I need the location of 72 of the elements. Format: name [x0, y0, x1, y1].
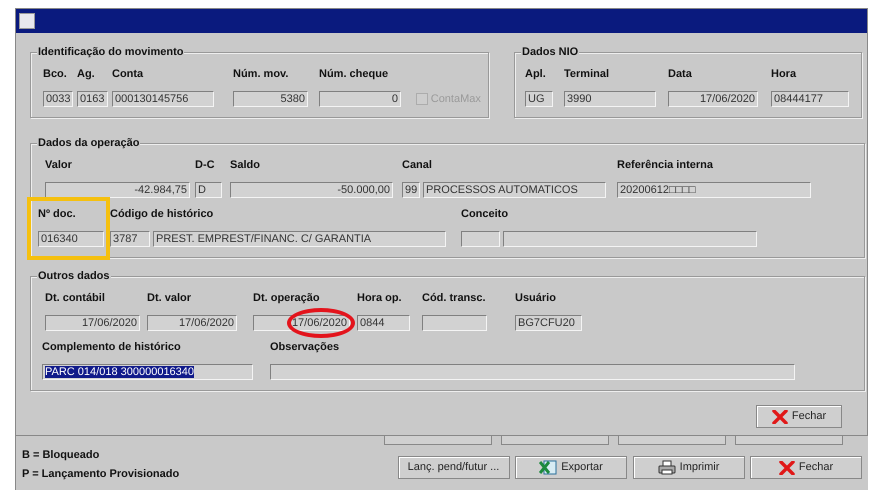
field-label: Canal: [402, 158, 433, 173]
field-label: Ag.: [77, 67, 96, 82]
input-field[interactable]: [270, 364, 795, 380]
input-field[interactable]: 0: [319, 91, 401, 107]
input-field[interactable]: PROCESSOS AUTOMATICOS: [423, 182, 606, 198]
toolbar-button[interactable]: Lanç. pend/futur ...: [398, 456, 510, 479]
field-label: Terminal: [564, 67, 610, 82]
input-field[interactable]: 016340: [38, 231, 104, 247]
input-field[interactable]: 99: [402, 182, 420, 198]
field-label: Dt. valor: [147, 291, 192, 306]
input-field[interactable]: PARC 014/018 300000016340: [42, 364, 253, 380]
spreadsheet-icon: [539, 460, 558, 475]
field-label: Dt. contábil: [45, 291, 106, 306]
field-label: Dt. operação: [253, 291, 321, 306]
input-field[interactable]: 0163: [77, 91, 108, 107]
field-label: D-C: [195, 158, 216, 173]
field-label: Referência interna: [617, 158, 714, 173]
input-field[interactable]: 5380: [233, 91, 308, 107]
group-title: Dados da operação: [37, 136, 140, 150]
input-field[interactable]: [503, 231, 757, 247]
input-field[interactable]: 000130145756: [112, 91, 214, 107]
input-field[interactable]: PREST. EMPREST/FINANC. C/ GARANTIA: [153, 231, 446, 247]
field-label: Usuário: [515, 291, 557, 306]
field-label: Núm. cheque: [319, 67, 390, 82]
input-field[interactable]: 08444177: [771, 91, 849, 107]
field-label: Hora op.: [357, 291, 403, 306]
field-label: Cód. transc.: [422, 291, 487, 306]
close-icon: [778, 460, 795, 474]
field-label: Conceito: [461, 207, 510, 222]
input-field[interactable]: 17/06/2020: [253, 315, 350, 331]
group-title: Identificação do movimento: [37, 45, 184, 59]
field-label: Bco.: [43, 67, 68, 82]
input-field[interactable]: 17/06/2020: [45, 315, 140, 331]
input-field[interactable]: D: [195, 182, 222, 198]
close-button[interactable]: Fechar: [756, 405, 842, 428]
field-label: Nº doc.: [38, 207, 77, 222]
field-label: Hora: [771, 67, 798, 82]
toolbar-button[interactable]: Imprimir: [632, 456, 744, 479]
input-field[interactable]: [618, 436, 726, 445]
circle-annotation: [287, 308, 355, 338]
field-label: Saldo: [230, 158, 261, 173]
input-field[interactable]: 0033: [43, 91, 73, 107]
window-icon: [19, 13, 35, 29]
field-label: Complemento de histórico: [42, 340, 182, 355]
input-field[interactable]: [461, 231, 500, 247]
field-label: Observações: [270, 340, 340, 355]
input-field[interactable]: [384, 436, 492, 445]
field-label: Data: [668, 67, 693, 82]
field-label: Conta: [112, 67, 144, 82]
input-field[interactable]: BG7CFU20: [515, 315, 582, 331]
input-field[interactable]: 0844: [357, 315, 410, 331]
input-field[interactable]: UG: [525, 91, 553, 107]
input-field[interactable]: 3787: [110, 231, 150, 247]
toolbar-button[interactable]: Fechar: [750, 456, 862, 479]
field-label: Apl.: [525, 67, 547, 82]
toolbar-button[interactable]: Exportar: [515, 456, 627, 479]
input-field[interactable]: 20200612□□□□: [617, 182, 811, 198]
input-field[interactable]: -50.000,00: [230, 182, 393, 198]
input-field[interactable]: 3990: [564, 91, 656, 107]
field-label: Código de histórico: [110, 207, 214, 222]
legend-text: B = Bloqueado: [22, 448, 100, 463]
printer-icon: [658, 460, 676, 475]
input-field[interactable]: 17/06/2020: [668, 91, 758, 107]
input-field[interactable]: [422, 315, 487, 331]
field-label: Valor: [45, 158, 73, 173]
input-field[interactable]: 17/06/2020: [147, 315, 237, 331]
legend-text: P = Lançamento Provisionado: [22, 467, 180, 482]
field-label: Núm. mov.: [233, 67, 290, 82]
close-icon: [772, 410, 788, 424]
input-field[interactable]: [735, 436, 843, 445]
input-field[interactable]: -42.984,75: [45, 182, 190, 198]
input-field[interactable]: [501, 436, 609, 445]
